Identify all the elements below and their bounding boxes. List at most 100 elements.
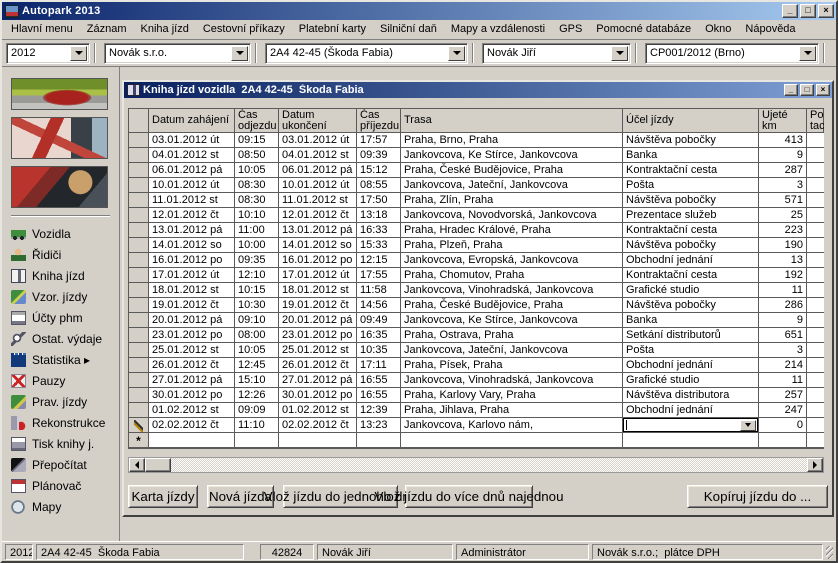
menu-item[interactable]: Platební karty	[292, 21, 373, 38]
chevron-down-icon[interactable]	[611, 46, 628, 61]
cell-date-start[interactable]: 06.01.2012 pá	[149, 163, 235, 178]
cell-empty[interactable]	[807, 433, 824, 448]
cell-date-end[interactable]: 04.01.2012 st	[279, 148, 357, 163]
table-row[interactable]: 14.01.2012 so 10:00 14.01.2012 so 15:33 …	[129, 238, 823, 253]
cell-time-start[interactable]: 11:10	[235, 418, 279, 433]
menu-item[interactable]: Mapy a vzdálenosti	[444, 21, 552, 38]
cell-tacho[interactable]	[807, 313, 824, 328]
table-row[interactable]: 01.02.2012 st 09:09 01.02.2012 st 12:39 …	[129, 403, 823, 418]
cell-time-end[interactable]: 17:57	[357, 133, 401, 148]
cell-date-end[interactable]: 30.01.2012 po	[279, 388, 357, 403]
cell-time-end[interactable]: 09:49	[357, 313, 401, 328]
table-row[interactable]: 03.01.2012 út 09:15 03.01.2012 út 17:57 …	[129, 133, 823, 148]
sidebar-item[interactable]: Prav. jízdy	[11, 391, 110, 412]
cell-time-end[interactable]: 17:50	[357, 193, 401, 208]
cell-route[interactable]: Praha, Plzeň, Praha	[401, 238, 623, 253]
cell-time-start[interactable]: 08:30	[235, 193, 279, 208]
row-selector[interactable]	[129, 238, 149, 253]
cell-date-end[interactable]: 06.01.2012 pá	[279, 163, 357, 178]
cell-route[interactable]: Jankovcova, Vinohradská, Jankovcova	[401, 283, 623, 298]
cell-purpose[interactable]: Prezentace služeb	[623, 208, 759, 223]
cell-route[interactable]: Jankovcova, Novodvorská, Jankovcova	[401, 208, 623, 223]
purpose-editor-combobox[interactable]	[623, 418, 758, 432]
cell-time-end[interactable]: 17:55	[357, 268, 401, 283]
chevron-down-icon[interactable]	[231, 46, 248, 61]
cell-tacho[interactable]	[807, 358, 824, 373]
column-header[interactable]: Čas příjezdu	[357, 109, 401, 132]
sidebar-item[interactable]: Mapy	[11, 496, 110, 517]
cell-route[interactable]: Jankovcova, Karlovo nám,	[401, 418, 623, 433]
horizontal-scrollbar[interactable]	[128, 457, 824, 473]
cell-km[interactable]: 257	[759, 388, 807, 403]
cell-tacho[interactable]	[807, 343, 824, 358]
cell-tacho[interactable]	[807, 373, 824, 388]
table-row[interactable]: 13.01.2012 pá 11:00 13.01.2012 pá 16:33 …	[129, 223, 823, 238]
cell-date-start[interactable]: 23.01.2012 po	[149, 328, 235, 343]
row-selector[interactable]	[129, 298, 149, 313]
logbook-minimize-button[interactable]: _	[784, 84, 798, 96]
cell-tacho[interactable]	[807, 148, 824, 163]
cell-purpose[interactable]: Kontraktační cesta	[623, 268, 759, 283]
cell-time-end[interactable]: 17:11	[357, 358, 401, 373]
cell-empty[interactable]	[357, 433, 401, 448]
action-button[interactable]: Kopíruj jízdu do ...	[687, 485, 828, 508]
sidebar-item[interactable]: Kniha jízd	[11, 265, 110, 286]
row-selector[interactable]	[129, 193, 149, 208]
sidebar-item[interactable]: Rekonstrukce	[11, 412, 110, 433]
cell-route[interactable]: Praha, Ostrava, Praha	[401, 328, 623, 343]
cell-time-end[interactable]: 09:39	[357, 148, 401, 163]
row-selector[interactable]	[129, 148, 149, 163]
cell-tacho[interactable]	[807, 238, 824, 253]
menu-item[interactable]: Nápověda	[738, 21, 802, 38]
cell-time-start[interactable]: 11:00	[235, 223, 279, 238]
sidebar-item[interactable]: Plánovač	[11, 475, 110, 496]
table-row[interactable]: 26.01.2012 čt 12:45 26.01.2012 čt 17:11 …	[129, 358, 823, 373]
sidebar-item[interactable]: Účty phm	[11, 307, 110, 328]
row-selector[interactable]	[129, 343, 149, 358]
toolbar-combobox[interactable]: Novák Jiří	[482, 43, 631, 64]
cell-purpose[interactable]: Banka	[623, 313, 759, 328]
table-row[interactable]: 18.01.2012 st 10:15 18.01.2012 st 11:58 …	[129, 283, 823, 298]
cell-date-end[interactable]: 02.02.2012 čt	[279, 418, 357, 433]
cell-purpose[interactable]: Návštěva pobočky	[623, 133, 759, 148]
cell-time-start[interactable]: 10:10	[235, 208, 279, 223]
cell-tacho[interactable]	[807, 253, 824, 268]
cell-route[interactable]: Praha, Brno, Praha	[401, 133, 623, 148]
cell-date-start[interactable]: 17.01.2012 út	[149, 268, 235, 283]
cell-route[interactable]: Praha, České Budějovice, Praha	[401, 163, 623, 178]
cell-time-start[interactable]: 12:45	[235, 358, 279, 373]
sidebar-item[interactable]: Vozidla	[11, 223, 110, 244]
cell-tacho[interactable]	[807, 418, 824, 433]
cell-date-start[interactable]: 04.01.2012 st	[149, 148, 235, 163]
sidebar-item[interactable]: Vzor. jízdy	[11, 286, 110, 307]
menu-item[interactable]: Kniha jízd	[134, 21, 196, 38]
scrollbar-track[interactable]	[171, 458, 807, 472]
cell-date-end[interactable]: 10.01.2012 út	[279, 178, 357, 193]
cell-empty[interactable]	[759, 433, 807, 448]
cell-time-end[interactable]: 15:33	[357, 238, 401, 253]
row-selector[interactable]	[129, 313, 149, 328]
table-row[interactable]: 23.01.2012 po 08:00 23.01.2012 po 16:35 …	[129, 328, 823, 343]
row-selector[interactable]	[129, 253, 149, 268]
cell-tacho[interactable]	[807, 283, 824, 298]
cell-date-start[interactable]: 25.01.2012 st	[149, 343, 235, 358]
menu-item[interactable]: Záznam	[80, 21, 134, 38]
row-selector[interactable]	[129, 403, 149, 418]
cell-km[interactable]: 214	[759, 358, 807, 373]
cell-time-end[interactable]: 14:56	[357, 298, 401, 313]
cell-tacho[interactable]	[807, 163, 824, 178]
row-selector-new[interactable]: *	[129, 433, 149, 448]
cell-tacho[interactable]	[807, 208, 824, 223]
cell-km[interactable]: 651	[759, 328, 807, 343]
sidebar-item[interactable]: Pauzy	[11, 370, 110, 391]
row-selector[interactable]	[129, 163, 149, 178]
cell-route[interactable]: Jankovcova, Jateční, Jankovcova	[401, 178, 623, 193]
table-row[interactable]: 25.01.2012 st 10:05 25.01.2012 st 10:35 …	[129, 343, 823, 358]
cell-purpose[interactable]: Kontraktační cesta	[623, 223, 759, 238]
cell-km[interactable]: 13	[759, 253, 807, 268]
column-header[interactable]: Po tac	[807, 109, 824, 132]
toolbar-combobox[interactable]: 2A4 42-45 (Škoda Fabia)	[265, 43, 468, 64]
menu-item[interactable]: Cestovní příkazy	[196, 21, 292, 38]
cell-tacho[interactable]	[807, 298, 824, 313]
cell-date-end[interactable]: 26.01.2012 čt	[279, 358, 357, 373]
